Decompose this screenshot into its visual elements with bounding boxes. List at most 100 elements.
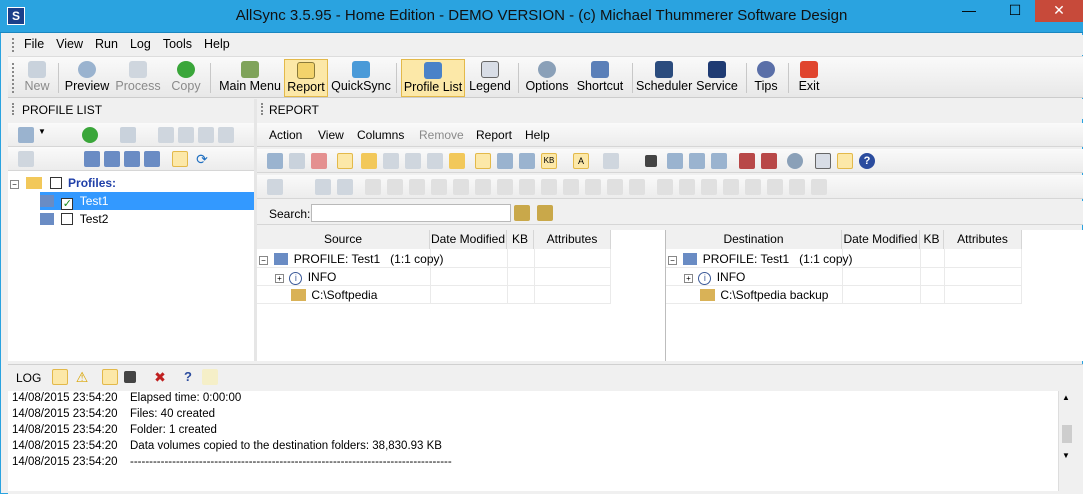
log-autoscroll-icon[interactable] (102, 369, 118, 385)
source-column-header[interactable]: Source (257, 230, 430, 249)
tree-item-test1[interactable]: ✓ Test1 (40, 192, 254, 210)
expand-icon[interactable]: + (275, 274, 284, 283)
main-menu-button[interactable]: Main Menu (216, 59, 284, 97)
print-report-icon-2[interactable] (761, 153, 777, 169)
refresh-icon[interactable]: ⟳ (194, 151, 210, 167)
collapse-icon[interactable]: − (10, 180, 19, 189)
profile-list-button[interactable]: Profile List (401, 59, 465, 97)
collapse-icon[interactable]: − (259, 256, 268, 265)
folder-profile-icon[interactable] (18, 151, 34, 167)
filter-active-icon[interactable] (475, 153, 491, 169)
move-file-icon[interactable] (337, 179, 353, 195)
maximize-button[interactable]: ☐ (992, 0, 1038, 22)
scroll-down-icon[interactable]: ▼ (1062, 451, 1070, 460)
report-delete-icon[interactable] (311, 153, 327, 169)
copy-profile-icon[interactable] (178, 127, 194, 143)
file-icon-11[interactable] (607, 179, 623, 195)
file-icon-18[interactable] (767, 179, 783, 195)
report-view-icon[interactable] (267, 153, 283, 169)
test1-checkbox[interactable]: ✓ (61, 198, 74, 210)
source-attributes-header[interactable]: Attributes (534, 230, 611, 249)
shortcut-button[interactable]: Shortcut (574, 59, 626, 97)
source-profile-row[interactable]: − PROFILE: Test1 (1:1 copy) (257, 250, 611, 268)
destination-kb-header[interactable]: KB (920, 230, 944, 249)
legend-toggle-icon[interactable] (837, 153, 853, 169)
warning-icon[interactable]: ⚠ (74, 369, 90, 385)
info-icon[interactable] (815, 153, 831, 169)
report-menu-columns[interactable]: Columns (357, 128, 404, 142)
help-warning-icon[interactable]: ? (180, 369, 196, 385)
file-icon-9[interactable] (563, 179, 579, 195)
file-icon-8[interactable] (541, 179, 557, 195)
layout-icon-2[interactable] (689, 153, 705, 169)
scroll-thumb[interactable] (1062, 425, 1072, 443)
report-toggle-icon[interactable] (172, 151, 188, 167)
disabled-tool-icon[interactable] (603, 153, 619, 169)
filter-icon[interactable] (267, 179, 283, 195)
profiles-checkbox[interactable] (49, 177, 62, 189)
profiles-root[interactable]: − Profiles: (8, 174, 116, 192)
log-window-icon[interactable] (124, 371, 136, 383)
legend-button[interactable]: Legend (467, 59, 513, 97)
file-icon-12[interactable] (629, 179, 645, 195)
new-button[interactable]: New (20, 59, 54, 97)
file-icon-17[interactable] (745, 179, 761, 195)
file-icon-14[interactable] (679, 179, 695, 195)
copy-file-icon[interactable] (315, 179, 331, 195)
view-icon-4[interactable] (144, 151, 160, 167)
exit-button[interactable]: Exit (792, 59, 826, 97)
menubar-grip[interactable] (12, 38, 15, 52)
service-button[interactable]: Service (694, 59, 740, 97)
folder-open-icon[interactable] (361, 153, 377, 169)
process-button[interactable]: Process (114, 59, 162, 97)
compare-icon[interactable] (519, 153, 535, 169)
collapse-icon[interactable]: − (668, 256, 677, 265)
close-button[interactable]: ✕ (1035, 0, 1083, 22)
search-icon[interactable] (18, 127, 34, 143)
report-menu-action[interactable]: Action (269, 128, 302, 142)
kb-icon[interactable]: KB (541, 153, 557, 169)
tree-item-test2[interactable]: Test2 (40, 210, 108, 228)
file-icon-6[interactable] (475, 179, 491, 195)
destination-path-row[interactable]: C:\Softpedia backup (666, 286, 1022, 304)
scroll-up-icon[interactable]: ▲ (1062, 393, 1070, 402)
print-icon[interactable] (383, 153, 399, 169)
quicksync-button[interactable]: QuickSync (330, 59, 392, 97)
file-icon-1[interactable] (365, 179, 381, 195)
options-button[interactable]: Options (522, 59, 572, 97)
report-button[interactable]: Report (284, 59, 328, 97)
menu-file[interactable]: File (18, 35, 50, 51)
save-icon[interactable] (427, 153, 443, 169)
toolbar-grip[interactable] (12, 63, 15, 93)
run-icon[interactable] (82, 127, 98, 143)
log-file-icon[interactable] (202, 369, 218, 385)
preview-button[interactable]: Preview (64, 59, 110, 97)
search-source-icon[interactable] (514, 205, 530, 221)
menu-tools[interactable]: Tools (157, 35, 198, 51)
edit-profile-icon[interactable] (158, 127, 174, 143)
help-icon[interactable]: ? (859, 153, 875, 169)
layout-icon-1[interactable] (667, 153, 683, 169)
report-details-icon[interactable] (337, 153, 353, 169)
source-path-row[interactable]: C:\Softpedia (257, 286, 611, 304)
file-icon-7[interactable] (497, 179, 513, 195)
rename-profile-icon[interactable] (198, 127, 214, 143)
copy-button[interactable]: Copy (168, 59, 204, 97)
file-icon-3[interactable] (409, 179, 425, 195)
menu-run[interactable]: Run (89, 35, 124, 51)
file-delete-icon[interactable] (519, 179, 535, 195)
source-info-row[interactable]: + i INFO (257, 268, 611, 286)
new-profile-icon[interactable] (120, 127, 136, 143)
destination-attributes-header[interactable]: Attributes (944, 230, 1022, 249)
file-icon-5[interactable] (453, 179, 469, 195)
chevron-down-icon[interactable]: ▼ (38, 127, 46, 143)
attributes-icon[interactable]: A (573, 153, 589, 169)
destination-info-row[interactable]: + i INFO (666, 268, 1022, 286)
menu-log[interactable]: Log (124, 35, 157, 51)
file-icon-19[interactable] (811, 179, 827, 195)
scheduler-button[interactable]: Scheduler (636, 59, 692, 97)
delete-profile-icon[interactable] (218, 127, 234, 143)
view-icon-1[interactable] (84, 151, 100, 167)
log-info-icon[interactable] (52, 369, 68, 385)
source-kb-header[interactable]: KB (507, 230, 534, 249)
